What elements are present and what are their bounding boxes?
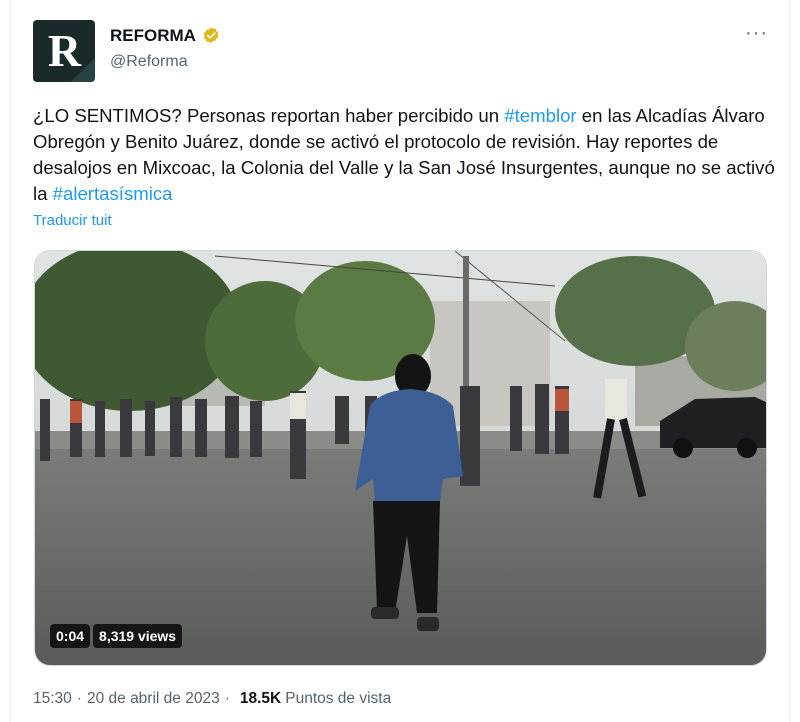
views-label[interactable]: Puntos de vista	[285, 690, 391, 708]
hashtag-temblor-link[interactable]: #temblor	[504, 105, 576, 126]
video-frame-image	[35, 251, 766, 665]
tweet-text: ¿LO SENTIMOS? Personas reportan haber pe…	[33, 103, 778, 207]
more-options-icon[interactable]: ···	[745, 22, 768, 45]
tweet-video[interactable]	[34, 250, 767, 666]
video-views: 8,319 views	[93, 624, 183, 648]
timeline-border-left	[10, 0, 11, 722]
author-row: REFORMA	[110, 26, 221, 46]
video-badges: 0:04 8,319 views	[50, 624, 183, 648]
avatar[interactable]: R	[33, 20, 95, 82]
views-count[interactable]: 18.5K	[240, 690, 281, 708]
tweet-time[interactable]: 15:30	[33, 690, 72, 708]
verified-badge-icon[interactable]	[201, 26, 221, 46]
timeline-border-right	[789, 0, 790, 722]
author-handle[interactable]: @Reforma	[110, 53, 188, 71]
translate-tweet-link[interactable]: Traducir tuit	[33, 212, 112, 229]
avatar-corner	[71, 58, 95, 82]
video-duration: 0:04	[50, 624, 91, 648]
tweet-text-part: ¿LO SENTIMOS? Personas reportan haber pe…	[33, 105, 505, 126]
tweet-date[interactable]: 20 de abril de 2023	[87, 690, 220, 708]
author-name[interactable]: REFORMA	[110, 26, 196, 46]
separator: ·	[76, 690, 82, 707]
hashtag-alertasismica-link[interactable]: #alertasísmica	[53, 183, 173, 204]
tweet-meta: 15:30 · 20 de abril de 2023 · 18.5K Punt…	[33, 690, 391, 708]
separator: ·	[224, 690, 230, 707]
